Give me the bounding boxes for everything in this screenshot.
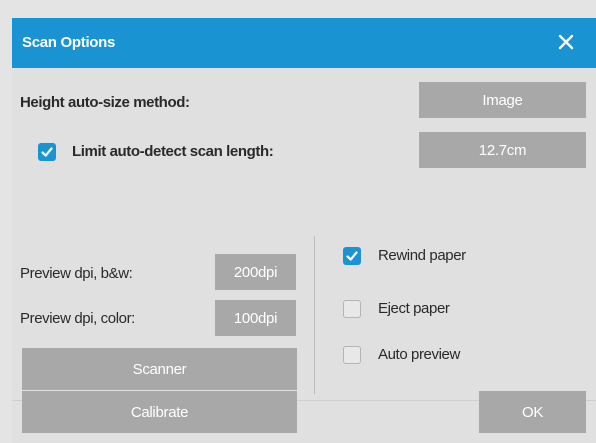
auto-preview-checkbox[interactable] [343, 346, 361, 364]
dialog-title: Scan Options [22, 34, 116, 51]
auto-preview-label: Auto preview [378, 346, 460, 363]
limit-scan-length-label: Limit auto-detect scan length: [72, 143, 274, 160]
close-icon[interactable] [554, 30, 578, 54]
height-autosize-label: Height auto-size method: [20, 94, 190, 111]
checkmark-icon [346, 251, 358, 261]
scan-options-dialog: Scan Options Height auto-size method: Im… [12, 18, 596, 443]
scanner-button[interactable]: Scanner [22, 348, 297, 390]
calibrate-button[interactable]: Calibrate [22, 391, 297, 433]
dialog-titlebar: Scan Options [12, 18, 596, 68]
vertical-divider [314, 236, 315, 394]
height-autosize-select[interactable]: Image [419, 82, 586, 118]
scan-length-input[interactable]: 12.7cm [419, 132, 586, 168]
checkmark-icon [41, 147, 53, 157]
limit-scan-length-checkbox[interactable] [38, 143, 56, 161]
preview-dpi-bw-select[interactable]: 200dpi [215, 254, 296, 290]
ok-button[interactable]: OK [479, 391, 586, 433]
rewind-paper-checkbox[interactable] [343, 247, 361, 265]
eject-paper-label: Eject paper [378, 300, 450, 317]
eject-paper-checkbox[interactable] [343, 300, 361, 318]
rewind-paper-label: Rewind paper [378, 247, 466, 264]
preview-dpi-bw-label: Preview dpi, b&w: [20, 265, 133, 282]
preview-dpi-color-select[interactable]: 100dpi [215, 300, 296, 336]
preview-dpi-color-label: Preview dpi, color: [20, 310, 135, 327]
